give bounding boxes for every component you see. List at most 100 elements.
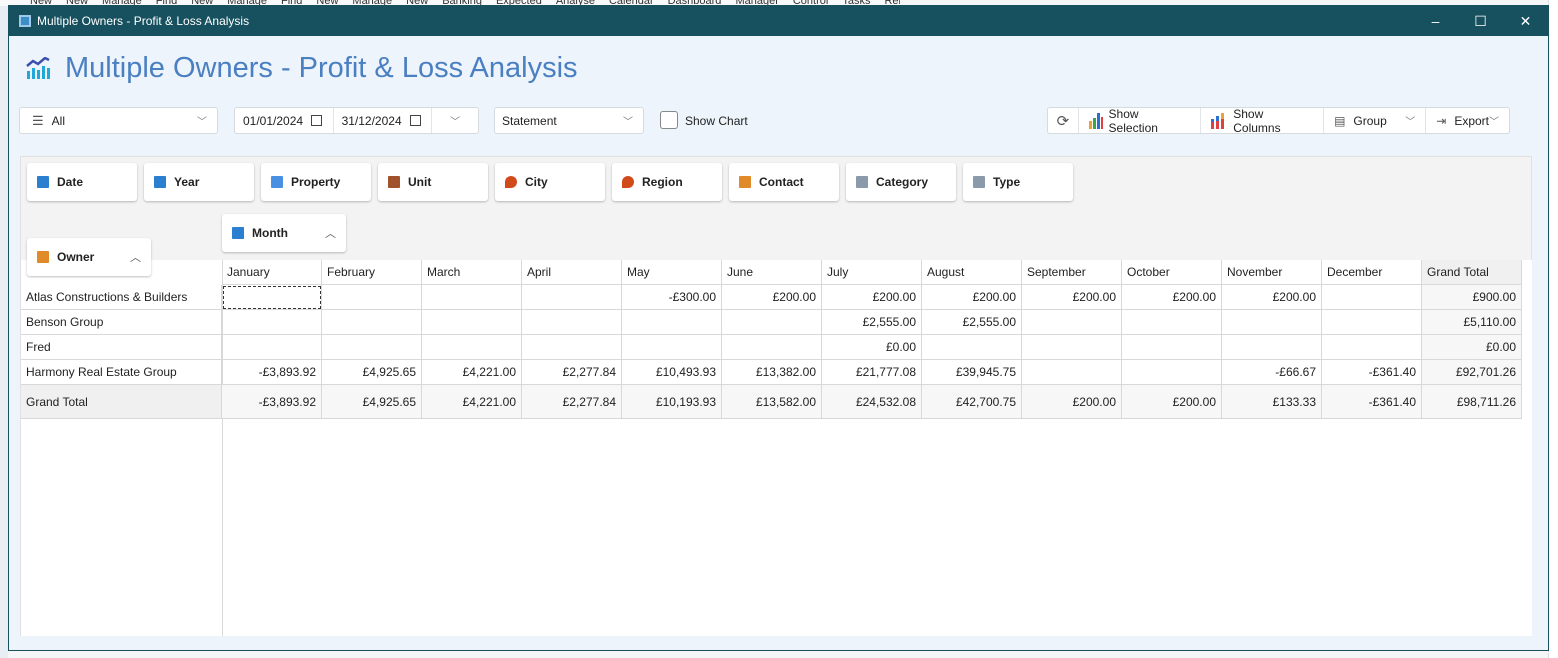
show-chart-checkbox[interactable] <box>660 111 678 129</box>
table-cell[interactable]: £10,193.93 <box>622 385 722 419</box>
table-cell[interactable] <box>322 335 422 360</box>
table-cell[interactable]: £200.00 <box>722 285 822 310</box>
date-preset-dropdown[interactable]: ﹀ <box>432 108 478 133</box>
field-chip-date[interactable]: Date <box>27 163 137 201</box>
table-cell[interactable] <box>1322 310 1422 335</box>
table-cell[interactable] <box>722 335 822 360</box>
date-to-input[interactable]: 31/12/2024 <box>334 108 433 133</box>
row-field-owner[interactable]: Owner ︿ <box>27 238 151 276</box>
column-header: November <box>1222 260 1322 285</box>
table-cell[interactable] <box>1022 360 1122 385</box>
filter-dropdown[interactable]: ☰ All ﹀ <box>19 107 218 134</box>
table-cell[interactable] <box>522 285 622 310</box>
table-cell[interactable]: £133.33 <box>1222 385 1322 419</box>
minimize-button[interactable]: – <box>1413 6 1458 36</box>
filter-sliders-icon: ☰ <box>32 112 44 128</box>
table-cell[interactable] <box>222 335 322 360</box>
calendar-icon[interactable] <box>311 115 323 126</box>
table-cell[interactable]: £24,532.08 <box>822 385 922 419</box>
field-chip-category[interactable]: Category <box>846 163 956 201</box>
table-cell[interactable]: -£3,893.92 <box>222 360 322 385</box>
row-header: Fred <box>21 335 222 360</box>
table-cell[interactable] <box>222 310 322 335</box>
table-cell[interactable]: £0.00 <box>822 335 922 360</box>
table-cell[interactable]: £2,555.00 <box>922 310 1022 335</box>
table-cell[interactable]: -£361.40 <box>1322 385 1422 419</box>
table-cell[interactable]: -£3,893.92 <box>222 385 322 419</box>
table-cell[interactable]: £98,711.26 <box>1422 385 1522 419</box>
table-cell[interactable]: £4,925.65 <box>322 385 422 419</box>
refresh-button[interactable]: ⟳ <box>1048 108 1079 133</box>
table-cell[interactable]: £2,277.84 <box>522 360 622 385</box>
table-cell[interactable]: £200.00 <box>1022 385 1122 419</box>
table-cell[interactable]: £4,925.65 <box>322 360 422 385</box>
table-cell[interactable] <box>622 310 722 335</box>
sort-chevron-up-icon[interactable]: ︿ <box>325 225 336 241</box>
table-cell[interactable]: -£361.40 <box>1322 360 1422 385</box>
field-chip-unit[interactable]: Unit <box>378 163 488 201</box>
sort-chevron-up-icon[interactable]: ︿ <box>130 249 141 265</box>
close-button[interactable]: ✕ <box>1503 6 1548 36</box>
table-cell[interactable] <box>222 285 322 310</box>
field-chip-region[interactable]: Region <box>612 163 722 201</box>
field-chip-year[interactable]: Year <box>144 163 254 201</box>
table-cell[interactable]: £200.00 <box>1122 285 1222 310</box>
table-cell[interactable] <box>522 310 622 335</box>
table-cell[interactable]: £200.00 <box>1222 285 1322 310</box>
table-cell[interactable]: £200.00 <box>822 285 922 310</box>
table-cell[interactable] <box>1222 335 1322 360</box>
table-cell[interactable] <box>1122 335 1222 360</box>
table-cell[interactable]: £13,582.00 <box>722 385 822 419</box>
table-cell[interactable] <box>322 285 422 310</box>
column-field-month[interactable]: Month ︿ <box>222 214 346 252</box>
field-chip-contact[interactable]: Contact <box>729 163 839 201</box>
table-cell[interactable] <box>422 310 522 335</box>
table-cell[interactable]: £10,493.93 <box>622 360 722 385</box>
table-cell[interactable]: £39,945.75 <box>922 360 1022 385</box>
table-cell[interactable]: £2,555.00 <box>822 310 922 335</box>
table-cell[interactable] <box>1122 310 1222 335</box>
field-label: Unit <box>408 175 432 189</box>
calendar-icon[interactable] <box>409 115 421 126</box>
table-cell[interactable] <box>922 335 1022 360</box>
table-cell[interactable]: £5,110.00 <box>1422 310 1522 335</box>
table-cell[interactable]: £42,700.75 <box>922 385 1022 419</box>
table-cell[interactable] <box>1122 360 1222 385</box>
field-chip-city[interactable]: City <box>495 163 605 201</box>
report-type-dropdown[interactable]: Statement ﹀ <box>494 107 644 134</box>
table-cell[interactable] <box>422 285 522 310</box>
table-cell[interactable]: £900.00 <box>1422 285 1522 310</box>
export-dropdown[interactable]: ⇥ Export ﹀ <box>1426 108 1509 133</box>
show-selection-button[interactable]: Show Selection <box>1079 107 1202 135</box>
table-cell[interactable]: £92,701.26 <box>1422 360 1522 385</box>
date-from-input[interactable]: 01/01/2024 <box>235 108 334 133</box>
table-cell[interactable] <box>322 310 422 335</box>
table-cell[interactable]: £21,777.08 <box>822 360 922 385</box>
group-dropdown[interactable]: ▤ Group ﹀ <box>1324 108 1427 133</box>
table-cell[interactable]: £4,221.00 <box>422 360 522 385</box>
table-cell[interactable] <box>722 310 822 335</box>
table-cell[interactable] <box>422 335 522 360</box>
table-cell[interactable] <box>1322 285 1422 310</box>
table-cell[interactable] <box>622 335 722 360</box>
table-cell[interactable] <box>1022 335 1122 360</box>
table-cell[interactable]: £13,382.00 <box>722 360 822 385</box>
table-cell[interactable]: -£66.67 <box>1222 360 1322 385</box>
table-cell[interactable]: £0.00 <box>1422 335 1522 360</box>
table-cell[interactable] <box>1022 310 1122 335</box>
field-chip-type[interactable]: Type <box>963 163 1073 201</box>
show-columns-button[interactable]: Show Columns <box>1201 107 1325 135</box>
field-chip-property[interactable]: Property <box>261 163 371 201</box>
table-cell[interactable]: £200.00 <box>1022 285 1122 310</box>
table-cell[interactable]: -£300.00 <box>622 285 722 310</box>
field-label: Date <box>57 175 84 189</box>
location-pin-icon <box>622 176 634 188</box>
table-cell[interactable] <box>1322 335 1422 360</box>
maximize-button[interactable]: ☐ <box>1458 6 1503 36</box>
table-cell[interactable] <box>1222 310 1322 335</box>
table-cell[interactable]: £2,277.84 <box>522 385 622 419</box>
table-cell[interactable]: £200.00 <box>922 285 1022 310</box>
table-cell[interactable]: £4,221.00 <box>422 385 522 419</box>
table-cell[interactable] <box>522 335 622 360</box>
table-cell[interactable]: £200.00 <box>1122 385 1222 419</box>
